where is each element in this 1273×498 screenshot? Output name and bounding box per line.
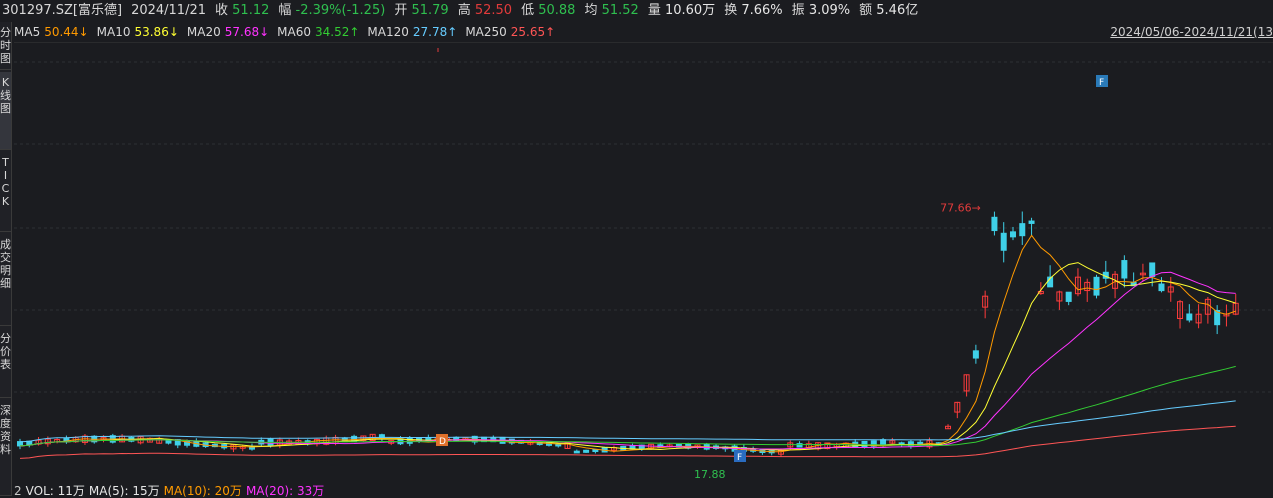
candle-body	[1009, 231, 1016, 238]
amplitude-field: 振 3.09%	[791, 3, 851, 18]
ma-line-10	[19, 262, 1236, 451]
high-value: 52.50	[474, 3, 513, 18]
open-value: 51.79	[411, 3, 449, 18]
candle-body	[1028, 220, 1035, 224]
candle-body	[1149, 262, 1156, 277]
date-range[interactable]: 2024/05/06-2024/11/21(13	[1110, 23, 1273, 41]
sidebar-tab-0[interactable]: 分时图	[0, 22, 11, 70]
ma-legend: MA5 50.44↓ MA10 53.86↓ MA20 57.68↓ MA60 34.52↑ M…	[14, 23, 1273, 41]
stock-symbol[interactable]: 301297.SZ[富乐德]	[2, 0, 122, 22]
ma-legend-ma60: MA60 34.52↑	[277, 25, 360, 39]
candle-body	[573, 450, 580, 454]
avg-value: 51.52	[601, 3, 639, 18]
turnover-field: 换 7.66%	[724, 3, 783, 18]
ma-legend-ma5: MA5 50.44↓	[14, 25, 89, 39]
candle-body	[1019, 223, 1026, 237]
ma-line-20	[19, 271, 1236, 450]
ma-legend-ma120: MA120 27.78↑	[367, 25, 458, 39]
kline-chart[interactable]: 77.66→ 17.88 D F F	[14, 42, 1273, 482]
open-field: 开 51.79	[394, 3, 449, 18]
high-field: 高 52.50	[457, 3, 513, 18]
candle-body	[1065, 291, 1072, 302]
low-value: 50.88	[538, 3, 576, 18]
sidebar-tab-5[interactable]: 深度资料	[0, 400, 11, 496]
candle-body	[1121, 260, 1128, 279]
low-price-label: 17.88	[694, 468, 726, 481]
high-price-label: 77.66→	[940, 202, 981, 215]
candle-body	[1158, 283, 1165, 292]
sidebar-tab-4[interactable]: 分价表	[0, 328, 11, 398]
ma-legend-ma10: MA10 53.86↓	[96, 25, 179, 39]
event-marker-label: F	[737, 453, 742, 463]
candle-body	[991, 216, 998, 232]
ma-line-5	[19, 234, 1236, 453]
view-sidebar: 分时图 K线图 TICK 成交明细分价表深度资料	[0, 22, 12, 496]
ma-legend-ma250: MA250 25.65↑	[465, 25, 556, 39]
event-marker-label: D	[439, 437, 446, 447]
change-field: 幅 -2.39%(-1.25)	[278, 3, 386, 18]
ma-line-120	[19, 400, 1236, 443]
candle-body	[972, 350, 979, 359]
amount-field: 额 5.46亿	[859, 3, 919, 18]
close-value: 51.12	[232, 3, 270, 18]
event-marker-label: F	[1099, 78, 1104, 88]
turnover-value: 7.66%	[741, 3, 783, 18]
amount-value: 5.46亿	[876, 3, 919, 18]
ma-line-60	[19, 365, 1236, 447]
sidebar-tab-1[interactable]: K线图	[0, 72, 11, 150]
quote-date: 2024/11/21	[131, 3, 206, 18]
candle-body	[1000, 232, 1007, 251]
quote-bar: 301297.SZ[富乐德] 2024/11/21 收 51.12 幅 -2.3…	[0, 0, 1273, 22]
candle-body	[583, 449, 590, 453]
candle-body	[1186, 313, 1193, 321]
low-field: 低 50.88	[521, 3, 576, 18]
close-field: 收 51.12	[215, 3, 270, 18]
volume-value: 10.60万	[664, 3, 716, 18]
candle-body	[1093, 276, 1100, 296]
amplitude-value: 3.09%	[808, 3, 851, 18]
volume-field: 量 10.60万	[647, 3, 716, 18]
ma-legend-ma20: MA20 57.68↓	[186, 25, 270, 39]
change-value: -2.39%(-1.25)	[295, 3, 386, 18]
avg-field: 均 51.52	[584, 3, 639, 18]
sidebar-tab-2[interactable]: TICK	[0, 152, 11, 232]
sidebar-tab-3[interactable]: 成交明细	[0, 234, 11, 326]
candle-body	[861, 440, 868, 448]
